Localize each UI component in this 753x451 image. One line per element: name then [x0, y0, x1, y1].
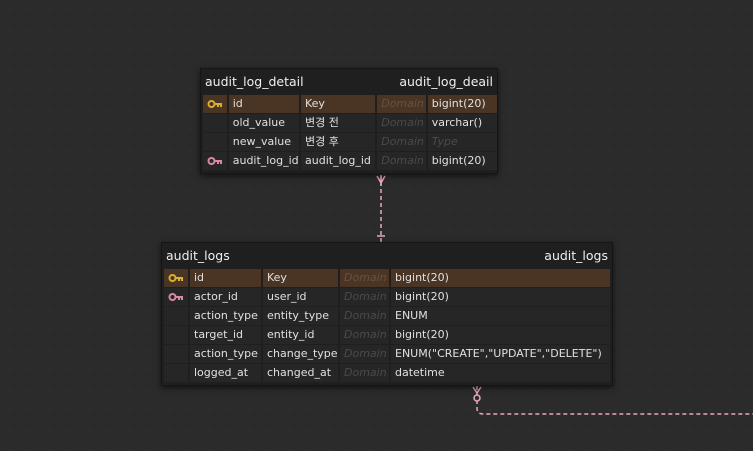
- column-list: id Key Domain bigint(20) actor_id user_id Doma…: [162, 267, 612, 385]
- column-type: varchar(): [427, 114, 497, 132]
- column-domain: Domain: [377, 152, 426, 170]
- table-header[interactable]: audit_logs audit_logs: [162, 243, 612, 267]
- column-name: logged_at: [190, 364, 261, 382]
- column-name: action_type: [190, 307, 261, 325]
- column-domain: Domain: [340, 345, 389, 363]
- column-row[interactable]: action_type entity_type Domain ENUM: [162, 307, 612, 325]
- column-comment: 변경 전: [301, 114, 376, 132]
- relation-logs-outgoing[interactable]: [472, 386, 753, 415]
- column-name: id: [190, 269, 261, 287]
- key-slot: [203, 133, 227, 151]
- column-domain: Domain: [340, 364, 389, 382]
- foreign-key-icon: [164, 288, 188, 306]
- column-type: bigint(20): [427, 95, 497, 113]
- table-header[interactable]: audit_log_detail audit_log_deail: [201, 69, 497, 93]
- column-comment: audit_log_id: [301, 152, 376, 170]
- column-row[interactable]: actor_id user_id Domain bigint(20): [162, 288, 612, 306]
- column-row[interactable]: logged_at changed_at Domain datetime: [162, 364, 612, 382]
- key-slot: [164, 345, 188, 363]
- column-comment: Key: [263, 269, 338, 287]
- column-name: new_value: [228, 133, 299, 151]
- column-row[interactable]: old_value 변경 전 Domain varchar(): [201, 114, 497, 132]
- foreign-key-icon: [203, 152, 227, 170]
- column-name: action_type: [190, 345, 261, 363]
- column-row[interactable]: new_value 변경 후 Domain Type: [201, 133, 497, 151]
- column-type: ENUM("CREATE","UPDATE","DELETE"): [391, 345, 610, 363]
- column-domain: Domain: [340, 269, 389, 287]
- relation-detail-to-logs[interactable]: [376, 175, 386, 242]
- column-name: old_value: [228, 114, 299, 132]
- column-row[interactable]: target_id entity_id Domain bigint(20): [162, 326, 612, 344]
- table-audit-log-detail[interactable]: audit_log_detail audit_log_deail id Key Do…: [200, 68, 498, 174]
- column-domain: Domain: [340, 288, 389, 306]
- column-comment: entity_type: [263, 307, 338, 325]
- key-slot: [203, 114, 227, 132]
- column-domain: Domain: [377, 133, 426, 151]
- key-slot: [164, 326, 188, 344]
- column-domain: Domain: [377, 95, 426, 113]
- column-row[interactable]: action_type change_type Domain ENUM("CREATE…: [162, 345, 612, 363]
- column-type: bigint(20): [391, 326, 610, 344]
- column-comment: change_type: [263, 345, 338, 363]
- column-row[interactable]: id Key Domain bigint(20): [162, 269, 612, 287]
- column-domain: Domain: [340, 326, 389, 344]
- column-type: datetime: [391, 364, 610, 382]
- primary-key-icon: [203, 95, 227, 113]
- column-comment: entity_id: [263, 326, 338, 344]
- column-comment: user_id: [263, 288, 338, 306]
- column-type: bigint(20): [391, 288, 610, 306]
- column-name: actor_id: [190, 288, 261, 306]
- table-audit-logs[interactable]: audit_logs audit_logs id Key Domain bigint(…: [161, 242, 613, 386]
- table-logical-name: audit_logs: [166, 247, 230, 263]
- column-domain: Domain: [377, 114, 426, 132]
- column-type: bigint(20): [427, 152, 497, 170]
- column-comment: Key: [301, 95, 376, 113]
- key-slot: [164, 364, 188, 382]
- column-type: bigint(20): [391, 269, 610, 287]
- column-row[interactable]: id Key Domain bigint(20): [201, 95, 497, 113]
- column-name: target_id: [190, 326, 261, 344]
- column-domain: Domain: [340, 307, 389, 325]
- table-physical-name: audit_logs: [544, 247, 608, 263]
- table-logical-name: audit_log_detail: [205, 73, 304, 89]
- column-comment: 변경 후: [301, 133, 376, 151]
- column-row[interactable]: audit_log_id audit_log_id Domain bigint(20): [201, 152, 497, 170]
- column-type: Type: [427, 133, 497, 151]
- column-type: ENUM: [391, 307, 610, 325]
- column-comment: changed_at: [263, 364, 338, 382]
- key-slot: [164, 307, 188, 325]
- column-name: audit_log_id: [228, 152, 299, 170]
- column-name: id: [228, 95, 299, 113]
- table-physical-name: audit_log_deail: [399, 73, 493, 89]
- primary-key-icon: [164, 269, 188, 287]
- column-list: id Key Domain bigint(20) old_value 변경 전 Domain…: [201, 93, 497, 173]
